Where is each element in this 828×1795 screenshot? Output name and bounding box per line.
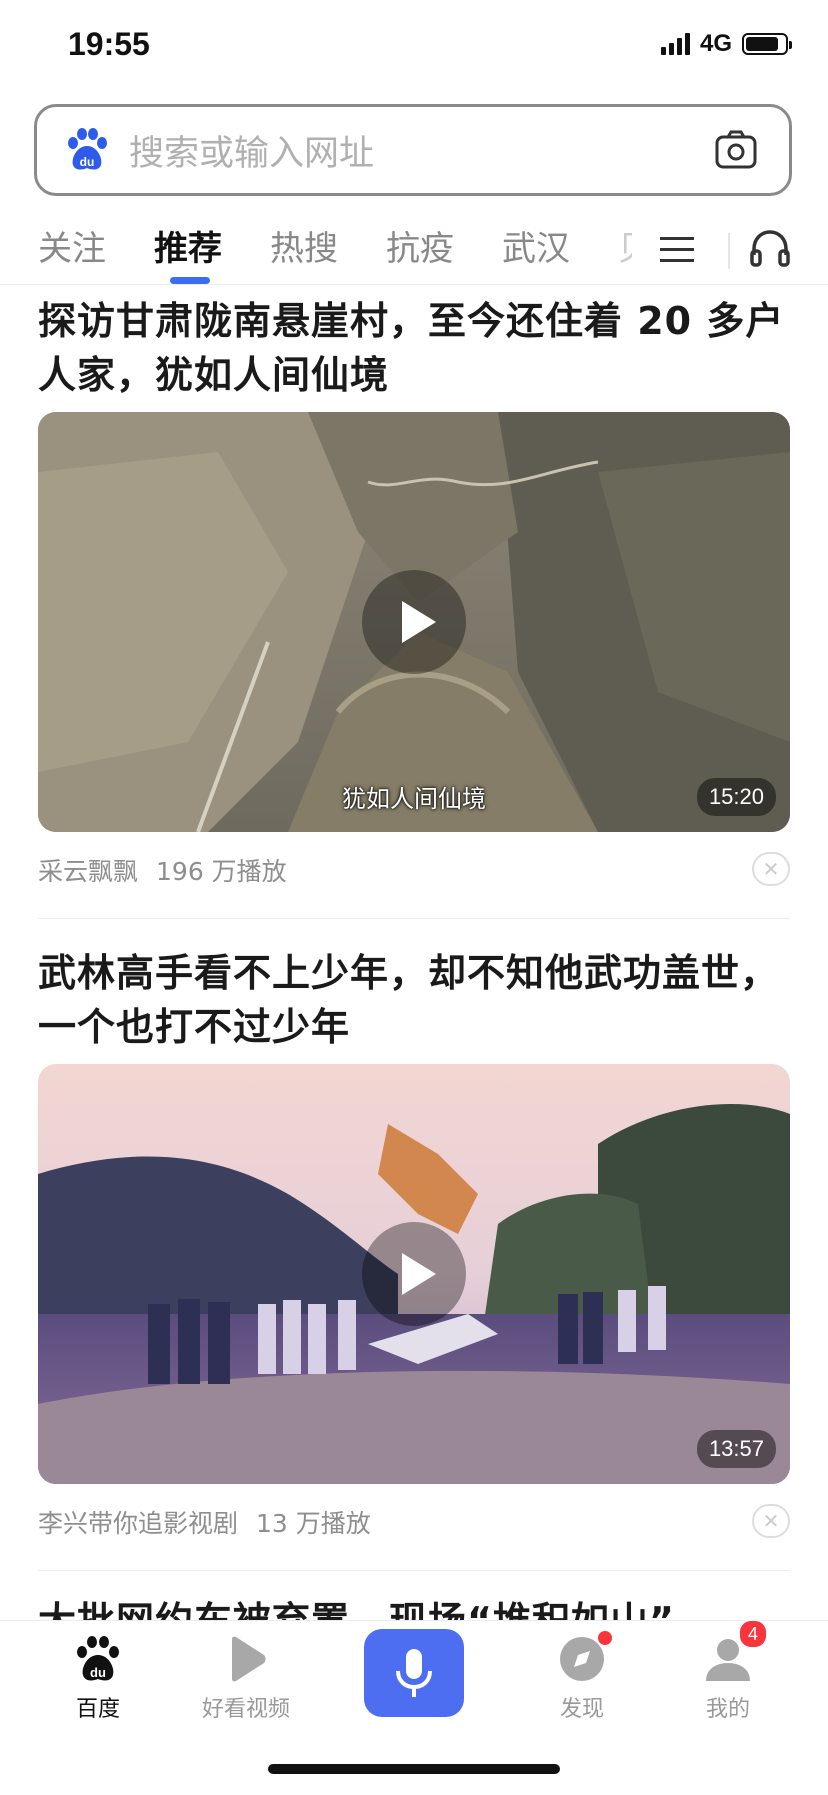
baidu-paw-icon: du — [68, 128, 107, 170]
status-bar: 19:55 4G — [0, 0, 828, 90]
notification-dot — [598, 1631, 612, 1645]
dismiss-icon[interactable]: ✕ — [752, 1504, 790, 1538]
tab-hot-search[interactable]: 热搜 — [270, 221, 338, 270]
feed-title[interactable]: 武林高手看不上少年，却不知他武功盖世，一个也打不过少年 — [38, 946, 790, 1054]
status-indicators: 4G — [660, 30, 792, 58]
tab-recommend[interactable]: 推荐 — [154, 221, 222, 270]
tab-wuhan[interactable]: 武汉 — [502, 221, 570, 270]
headphones-icon[interactable] — [748, 227, 792, 271]
tab-indicator — [170, 277, 210, 284]
nav-discover[interactable]: 发现 — [522, 1631, 642, 1723]
battery-icon — [742, 33, 792, 55]
video-play-icon — [232, 1636, 266, 1682]
video-subtitle: 犹如人间仙境 — [342, 785, 486, 813]
feed-author[interactable]: 采云飘飘 — [38, 852, 138, 888]
nav-home-label: 百度 — [75, 1697, 120, 1722]
tab-anti-epidemic[interactable]: 抗疫 — [386, 221, 454, 270]
video-duration: 15:20 — [696, 778, 776, 816]
tab-divider — [728, 233, 730, 269]
search-placeholder[interactable]: 搜索或输入网址 — [129, 125, 713, 176]
feed-meta: 采云飘飘 196 万播放 ✕ — [38, 850, 790, 890]
play-button[interactable] — [362, 1222, 466, 1326]
notification-badge: 4 — [738, 1619, 768, 1649]
microphone-icon — [396, 1649, 432, 1697]
feed-title[interactable]: 探访甘肃陇南悬崖村，至今还住着 20 多户人家，犹如人间仙境 — [38, 294, 790, 402]
feed-views: 196 万播放 — [156, 857, 287, 886]
search-bar[interactable]: du 搜索或输入网址 — [34, 104, 792, 196]
home-indicator[interactable] — [268, 1764, 560, 1774]
feed-author[interactable]: 李兴带你追影视剧 — [38, 1504, 238, 1540]
status-time: 19:55 — [68, 26, 150, 62]
play-icon — [402, 1253, 436, 1295]
feed-item[interactable]: 武林高手看不上少年，却不知他武功盖世，一个也打不过少年 13:57 李兴带你追影… — [38, 946, 790, 1542]
dismiss-icon[interactable]: ✕ — [752, 852, 790, 886]
tab-follow[interactable]: 关注 — [38, 221, 106, 270]
nav-mine-label: 我的 — [705, 1697, 750, 1722]
channel-tabs: 关注 推荐 热搜 抗疫 武汉 贝 — [0, 215, 828, 285]
video-duration: 13:57 — [696, 1430, 776, 1468]
video-thumbnail[interactable]: 犹如人间仙境 15:20 — [38, 412, 790, 832]
battery-fill — [746, 37, 778, 51]
feed-views: 13 万播放 — [256, 1509, 371, 1538]
nav-discover-label: 发现 — [559, 1697, 604, 1722]
feed-item[interactable]: 探访甘肃陇南悬崖村，至今还住着 20 多户人家，犹如人间仙境 犹如人间仙境 15… — [38, 294, 790, 890]
tabs-divider — [0, 284, 828, 285]
signal-icon — [660, 33, 690, 55]
video-thumbnail[interactable]: 13:57 — [38, 1064, 790, 1484]
menu-icon[interactable] — [658, 231, 696, 269]
mine-icon-wrap: 4 — [702, 1619, 768, 1685]
baidu-home-icon: du — [77, 1636, 119, 1681]
nav-mine[interactable]: 4 我的 — [668, 1619, 788, 1723]
feed-separator — [38, 1570, 790, 1571]
camera-icon[interactable] — [713, 127, 759, 173]
tab-partial[interactable]: 贝 — [618, 221, 632, 270]
play-icon — [402, 601, 436, 643]
discover-icon-wrap — [556, 1631, 612, 1685]
nav-video[interactable]: 好看视频 — [186, 1633, 306, 1723]
svg-text:du: du — [90, 1665, 106, 1680]
play-button[interactable] — [362, 570, 466, 674]
voice-search-button[interactable] — [364, 1629, 464, 1717]
feed-separator — [38, 918, 790, 919]
nav-video-label: 好看视频 — [201, 1697, 290, 1722]
svg-text:du: du — [80, 155, 95, 169]
feed-meta: 李兴带你追影视剧 13 万播放 ✕ — [38, 1502, 790, 1542]
nav-home[interactable]: du 百度 — [38, 1633, 158, 1723]
network-type: 4G — [699, 30, 732, 57]
